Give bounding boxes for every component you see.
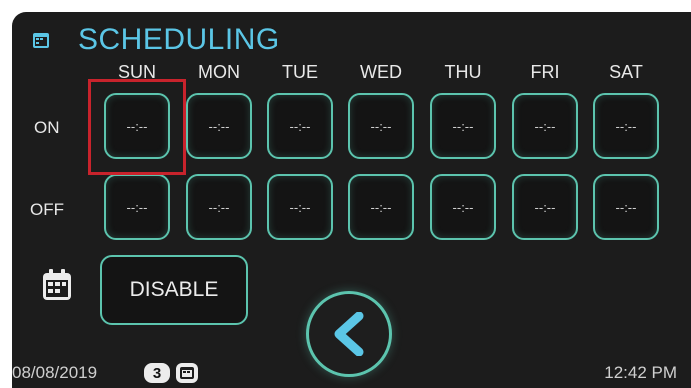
day-label-tue: TUE <box>282 62 318 82</box>
day-label-mon: MON <box>198 62 240 82</box>
calendar-icon[interactable] <box>42 269 72 301</box>
day-label-thu: THU <box>444 62 482 82</box>
status-badge: 3 <box>144 363 170 383</box>
off-time-thu[interactable]: --:-- <box>430 174 496 240</box>
disable-button[interactable]: DISABLE <box>100 255 248 325</box>
off-time-fri[interactable]: --:-- <box>512 174 578 240</box>
on-time-fri[interactable]: --:-- <box>512 93 578 159</box>
status-time: 12:42 PM <box>604 363 677 382</box>
on-time-wed[interactable]: --:-- <box>348 93 414 159</box>
back-button[interactable] <box>306 291 392 377</box>
selection-highlight <box>88 79 186 175</box>
day-label-fri: FRI <box>530 62 560 82</box>
schedule-status-icon <box>176 363 198 383</box>
header: SCHEDULING <box>32 22 280 58</box>
page-title: SCHEDULING <box>78 23 280 56</box>
status-date: 08/08/2019 <box>12 363 98 382</box>
off-row-label: OFF <box>30 200 64 219</box>
off-time-mon[interactable]: --:-- <box>186 174 252 240</box>
back-arrow-icon <box>334 312 364 356</box>
off-time-tue[interactable]: --:-- <box>267 174 333 240</box>
off-time-sun[interactable]: --:-- <box>104 174 170 240</box>
scheduling-screen: SCHEDULING SUN MON TUE WED THU FRI SAT O… <box>12 12 691 388</box>
off-time-sat[interactable]: --:-- <box>593 174 659 240</box>
off-time-wed[interactable]: --:-- <box>348 174 414 240</box>
on-time-tue[interactable]: --:-- <box>267 93 333 159</box>
on-row-label: ON <box>34 118 60 137</box>
on-time-mon[interactable]: --:-- <box>186 93 252 159</box>
on-time-sat[interactable]: --:-- <box>593 93 659 159</box>
day-label-sat: SAT <box>609 62 643 82</box>
on-time-thu[interactable]: --:-- <box>430 93 496 159</box>
schedule-icon <box>33 33 49 48</box>
day-label-wed: WED <box>360 62 402 82</box>
